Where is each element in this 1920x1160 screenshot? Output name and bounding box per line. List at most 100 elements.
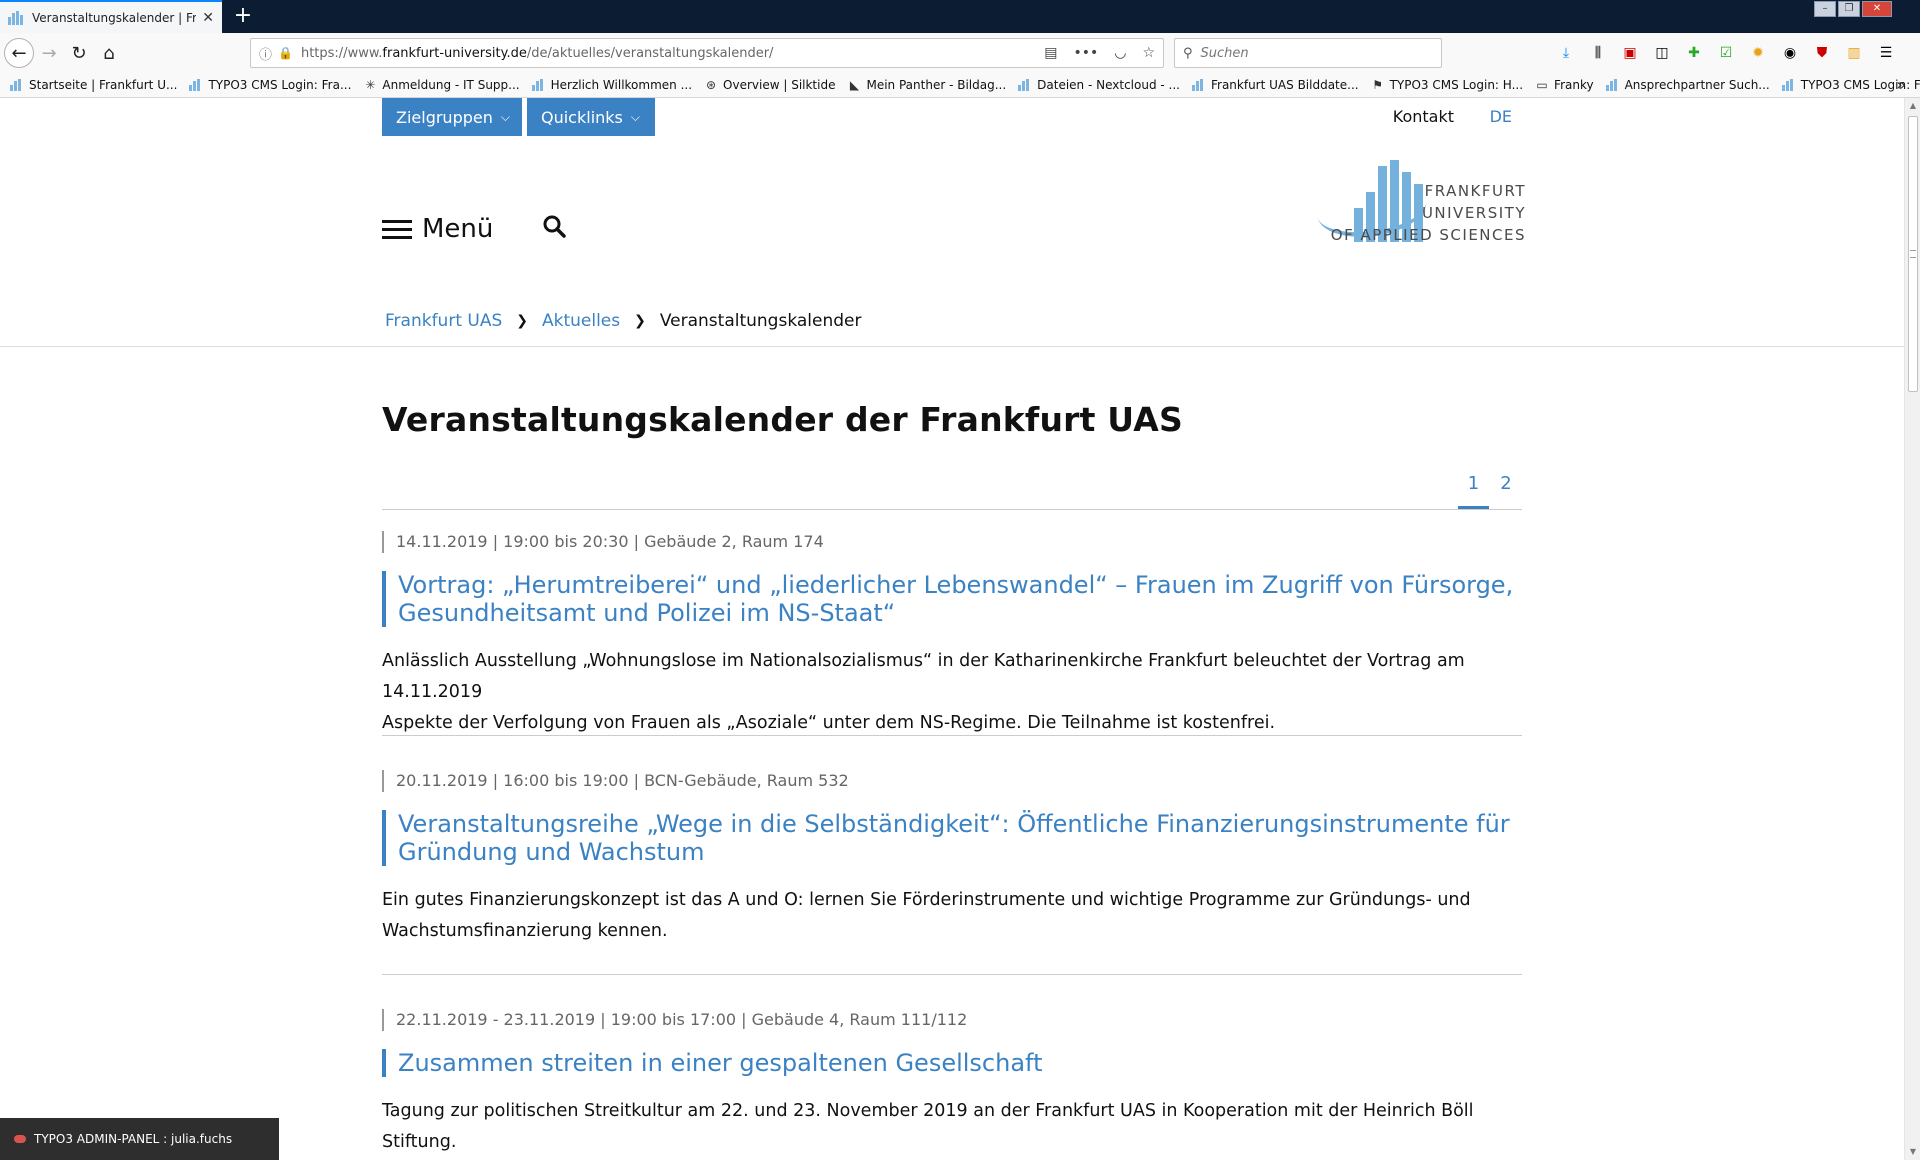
bookmark-item[interactable]: ⚑ TYPO3 CMS Login: H... — [1371, 78, 1523, 92]
event-title-link[interactable]: Zusammen streiten in einer gespaltenen G… — [382, 1049, 1522, 1077]
page-scrollbar[interactable]: ▲ ▼ — [1904, 98, 1920, 1160]
browser-nav-bar: ← → ↻ ⌂ ⓘ 🔒 https://www.frankfurt-univer… — [0, 33, 1920, 73]
zielgruppen-button[interactable]: Zielgruppen ⌵ — [382, 98, 522, 136]
toolbar-icons: ⤓ ⫼ ▣ ◫ ✚ ☑ ✹ ◉ ⛊ ▥ ☰ — [1556, 39, 1896, 67]
account-icon[interactable]: ◉ — [1780, 39, 1800, 67]
bookmarks-toolbar: Startseite | Frankfurt U... TYPO3 CMS Lo… — [0, 73, 1920, 98]
typo3-admin-panel[interactable]: TYPO3 ADMIN-PANEL : julia.fuchs — [0, 1118, 279, 1160]
folder-icon: ▭ — [1536, 78, 1548, 92]
window-close-icon[interactable]: ✕ — [1862, 1, 1892, 17]
browser-tab-bar: Veranstaltungskalender | Frankfurt UAS ✕… — [0, 0, 1920, 33]
chevron-right-icon: ❯ — [634, 313, 646, 329]
web-page: Zielgruppen ⌵ Quicklinks ⌵ Kontakt DE Menü… — [0, 98, 1904, 1160]
breadcrumb-divider — [0, 346, 1904, 347]
url-text[interactable]: https://www.frankfurt-university.de/de/a… — [301, 46, 1044, 61]
library-icon[interactable]: ⫼ — [1588, 39, 1608, 67]
bookmarks-overflow-icon[interactable]: » — [1896, 75, 1906, 94]
restore-icon[interactable]: ❐ — [1838, 1, 1860, 17]
fra-uas-icon — [1018, 79, 1032, 91]
breadcrumb: Frankfurt UAS ❯ Aktuelles ❯ Veranstaltun… — [382, 309, 1522, 333]
url-bar[interactable]: ⓘ 🔒 https://www.frankfurt-university.de/… — [250, 38, 1164, 68]
search-bar[interactable]: ⚲ Suchen — [1174, 38, 1442, 68]
event-description: Ein gutes Finanzierungskonzept ist das A… — [382, 890, 1471, 941]
extension-plus-icon[interactable]: ✚ — [1684, 39, 1704, 67]
extension-gear-icon[interactable]: ✹ — [1748, 39, 1768, 67]
admin-toggle-icon — [14, 1135, 26, 1143]
search-placeholder: Suchen — [1200, 45, 1249, 61]
extension-check-icon[interactable]: ☑ — [1716, 39, 1736, 67]
event-divider — [382, 735, 1522, 736]
event-description: Anlässlich Ausstellung „Wohnungslose im … — [382, 651, 1465, 733]
silktide-icon: ⊛ — [706, 78, 717, 92]
event-title-link[interactable]: Vortrag: „Herumtreiberei“ und „liederlic… — [382, 571, 1522, 627]
bookmark-item[interactable]: ◣ Mein Panther - Bildag... — [847, 78, 1006, 92]
fra-uas-favicon-icon — [8, 10, 24, 25]
forward-arrow-icon[interactable]: → — [34, 38, 64, 68]
frankfurt-uas-logo[interactable]: FRANKFURT UNIVERSITY OF APPLIED SCIENCES — [1316, 160, 1526, 244]
bookmark-item[interactable]: TYPO3 CMS Login: Fra... — [189, 78, 351, 92]
bookmark-item[interactable]: Ansprechpartner Such... — [1605, 78, 1770, 92]
event-divider — [382, 974, 1522, 975]
lock-icon[interactable]: 🔒 — [278, 46, 293, 60]
search-magnifier-icon: ⚲ — [1183, 45, 1193, 61]
info-icon[interactable]: ⓘ — [259, 44, 272, 63]
pagination-page-2[interactable]: 2 — [1492, 469, 1520, 509]
scroll-up-icon[interactable]: ▲ — [1905, 98, 1920, 114]
hamburger-menu-icon[interactable]: ☰ — [1876, 39, 1896, 67]
bookmark-item[interactable]: Startseite | Frankfurt U... — [10, 78, 177, 92]
panther-icon: ◣ — [849, 78, 860, 92]
page-title: Veranstaltungskalender der Frankfurt UAS — [382, 400, 1183, 439]
pocket-icon[interactable]: ◡ — [1114, 45, 1126, 61]
browser-tab[interactable]: Veranstaltungskalender | Frankfurt UAS ✕ — [0, 0, 222, 33]
new-tab-icon[interactable]: + — [230, 3, 256, 29]
page-actions-icon[interactable]: ••• — [1073, 45, 1098, 61]
event-title-link[interactable]: Veranstaltungsreihe „Wege in die Selbstä… — [382, 810, 1522, 866]
search-icon[interactable] — [542, 214, 568, 240]
breadcrumb-link-home[interactable]: Frankfurt UAS — [385, 311, 502, 331]
event-item: 14.11.2019 | 19:00 bis 20:30 | Gebäude 2… — [382, 531, 1522, 736]
fra-uas-icon — [10, 79, 24, 91]
ublock-icon[interactable]: ⛊ — [1812, 39, 1832, 67]
breadcrumb-link-aktuelles[interactable]: Aktuelles — [542, 311, 620, 331]
language-switch[interactable]: DE — [1490, 107, 1512, 126]
star-icon: ✳ — [365, 78, 376, 92]
bookmark-item[interactable]: Herzlich Willkommen ... — [531, 78, 692, 92]
sidebar-icon[interactable]: ◫ — [1652, 39, 1672, 67]
bookmark-item[interactable]: ✳ Anmeldung - IT Supp... — [363, 78, 519, 92]
chevron-down-icon: ⌵ — [630, 109, 640, 124]
tab-title: Veranstaltungskalender | Frankfurt UAS — [32, 10, 197, 25]
back-arrow-icon[interactable]: ← — [4, 38, 34, 68]
event-meta: 20.11.2019 | 16:00 bis 19:00 | BCN-Gebäu… — [382, 770, 849, 792]
minimize-icon[interactable]: – — [1814, 1, 1836, 17]
chevron-down-icon: ⌵ — [500, 109, 510, 124]
tab-close-icon[interactable]: ✕ — [202, 10, 214, 26]
bookmark-item[interactable]: Frankfurt UAS Bilddate... — [1191, 78, 1359, 92]
bookmark-star-icon[interactable]: ☆ — [1142, 45, 1155, 61]
scroll-down-icon[interactable]: ▼ — [1905, 1144, 1920, 1160]
breadcrumb-current: Veranstaltungskalender — [659, 311, 862, 331]
top-navigation: Zielgruppen ⌵ Quicklinks ⌵ Kontakt DE — [382, 98, 1522, 136]
home-icon[interactable]: ⌂ — [94, 38, 124, 68]
logo-text: FRANKFURT UNIVERSITY OF APPLIED SCIENCES — [1330, 182, 1526, 244]
scrollbar-grip — [1910, 250, 1916, 258]
download-icon[interactable]: ⤓ — [1556, 39, 1576, 67]
event-meta: 22.11.2019 - 23.11.2019 | 19:00 bis 17:0… — [382, 1009, 967, 1031]
reload-icon[interactable]: ↻ — [64, 38, 94, 68]
chevron-right-icon: ❯ — [516, 313, 528, 329]
bookmark-item[interactable]: Dateien - Nextcloud - ... — [1018, 78, 1180, 92]
event-item: 22.11.2019 - 23.11.2019 | 19:00 bis 17:0… — [382, 1009, 1522, 1159]
window-controls: – ❐ ✕ — [1814, 1, 1892, 17]
menu-button[interactable]: Menü — [422, 214, 493, 244]
menu-hamburger-icon[interactable] — [382, 220, 412, 240]
fra-uas-icon — [1605, 79, 1620, 91]
extension-box-icon[interactable]: ▥ — [1844, 39, 1864, 67]
bookmark-item[interactable]: ▭ Franky — [1535, 78, 1593, 92]
reader-view-icon[interactable]: ▤ — [1044, 45, 1057, 61]
pagination-page-1[interactable]: 1 — [1458, 469, 1489, 509]
bookmark-item[interactable]: ⊛ Overview | Silktide — [704, 78, 835, 92]
event-item: 20.11.2019 | 16:00 bis 19:00 | BCN-Gebäu… — [382, 770, 1522, 975]
quicklinks-button[interactable]: Quicklinks ⌵ — [527, 98, 655, 136]
pdf-icon[interactable]: ▣ — [1620, 39, 1640, 67]
kontakt-link[interactable]: Kontakt — [1393, 107, 1454, 126]
event-description: Tagung zur politischen Streitkultur am 2… — [382, 1101, 1474, 1152]
